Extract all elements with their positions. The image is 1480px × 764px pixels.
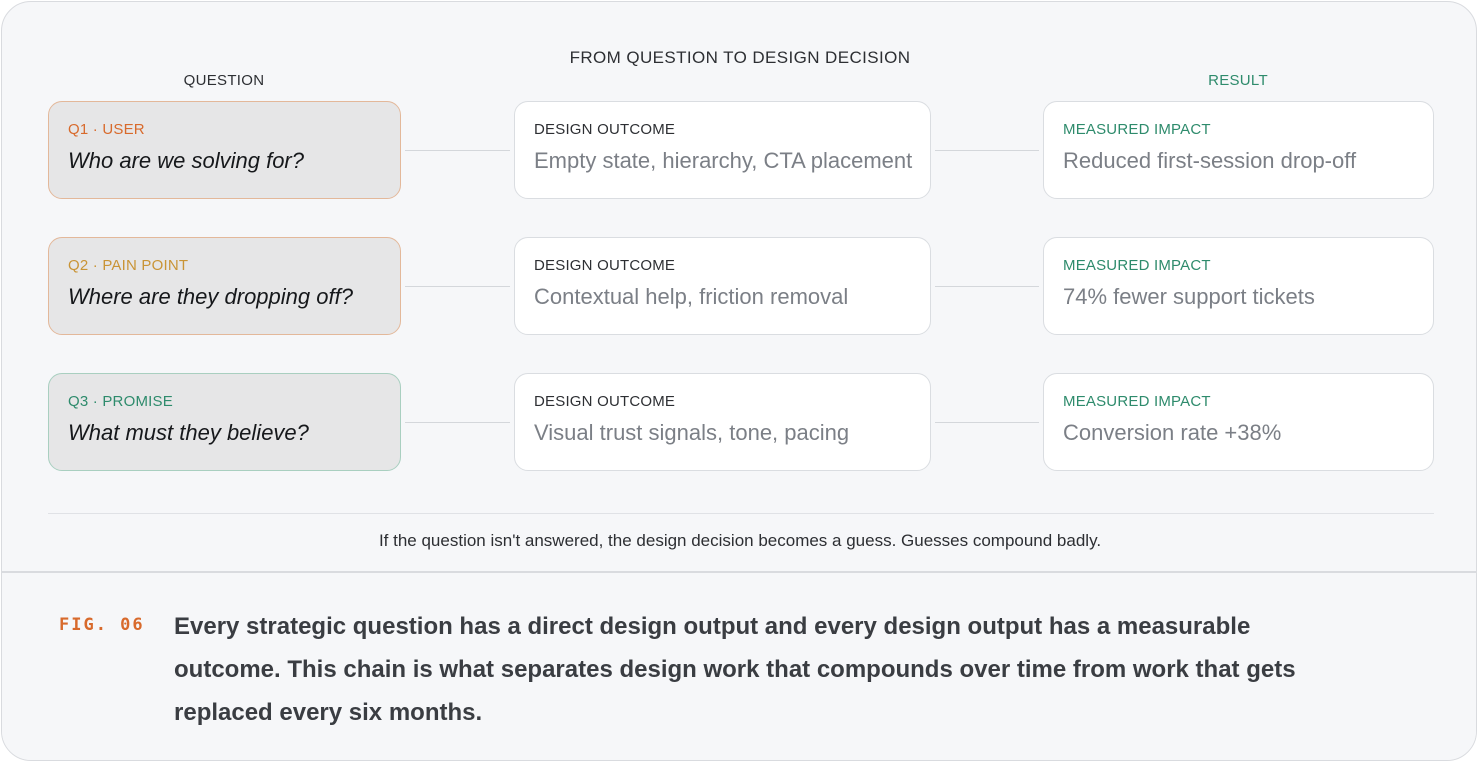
connector-line <box>405 422 510 423</box>
connector-line <box>935 286 1039 287</box>
column-label-question: QUESTION <box>183 72 265 89</box>
outcome-tag: DESIGN OUTCOME <box>534 393 676 410</box>
outcome-text: Contextual help, friction removal <box>534 284 849 309</box>
design-outcome-box: DESIGN OUTCOME Visual trust signals, ton… <box>514 373 931 471</box>
impact-tag: MEASURED IMPACT <box>1063 393 1211 410</box>
question-box-pain-point: Q2 · PAIN POINT Where are they dropping … <box>48 237 401 335</box>
footnote: If the question isn't answered, the desi… <box>378 531 1102 550</box>
caption-section: FIG. 06 Every strategic question has a d… <box>2 571 1476 760</box>
design-outcome-box: DESIGN OUTCOME Contextual help, friction… <box>514 237 931 335</box>
diagram-title: FROM QUESTION TO DESIGN DECISION <box>569 48 911 67</box>
question-tag: Q3 · PROMISE <box>68 393 173 410</box>
question-text: Who are we solving for? <box>68 148 304 173</box>
outcome-text: Empty state, hierarchy, CTA placement <box>534 148 913 173</box>
caption-text: Every strategic question has a direct de… <box>174 613 1296 726</box>
connector-line <box>935 150 1039 151</box>
question-text: Where are they dropping off? <box>68 284 353 309</box>
design-outcome-box: DESIGN OUTCOME Empty state, hierarchy, C… <box>514 101 931 199</box>
divider <box>48 513 1434 514</box>
impact-text: 74% fewer support tickets <box>1063 284 1315 309</box>
outcome-tag: DESIGN OUTCOME <box>534 121 676 138</box>
column-label-result: RESULT <box>1208 72 1268 89</box>
question-tag: Q2 · PAIN POINT <box>68 257 189 274</box>
figure-label: FIG. 06 <box>59 615 145 635</box>
question-tag: Q1 · USER <box>68 121 145 138</box>
impact-text: Conversion rate +38% <box>1063 420 1282 445</box>
connector-line <box>935 422 1039 423</box>
question-box-promise: Q3 · PROMISE What must they believe? <box>48 373 401 471</box>
measured-impact-box: MEASURED IMPACT Conversion rate +38% <box>1043 373 1434 471</box>
connector-line <box>405 286 510 287</box>
impact-tag: MEASURED IMPACT <box>1063 121 1211 138</box>
outcome-text: Visual trust signals, tone, pacing <box>534 420 850 445</box>
outcome-tag: DESIGN OUTCOME <box>534 257 676 274</box>
connector-line <box>405 150 510 151</box>
measured-impact-box: MEASURED IMPACT 74% fewer support ticket… <box>1043 237 1434 335</box>
measured-impact-box: MEASURED IMPACT Reduced first-session dr… <box>1043 101 1434 199</box>
impact-text: Reduced first-session drop-off <box>1063 148 1357 173</box>
question-text: What must they believe? <box>68 420 309 445</box>
question-box-user: Q1 · USER Who are we solving for? <box>48 101 401 199</box>
figure-card: FROM QUESTION TO DESIGN DECISION QUESTIO… <box>1 1 1477 761</box>
impact-tag: MEASURED IMPACT <box>1063 257 1211 274</box>
